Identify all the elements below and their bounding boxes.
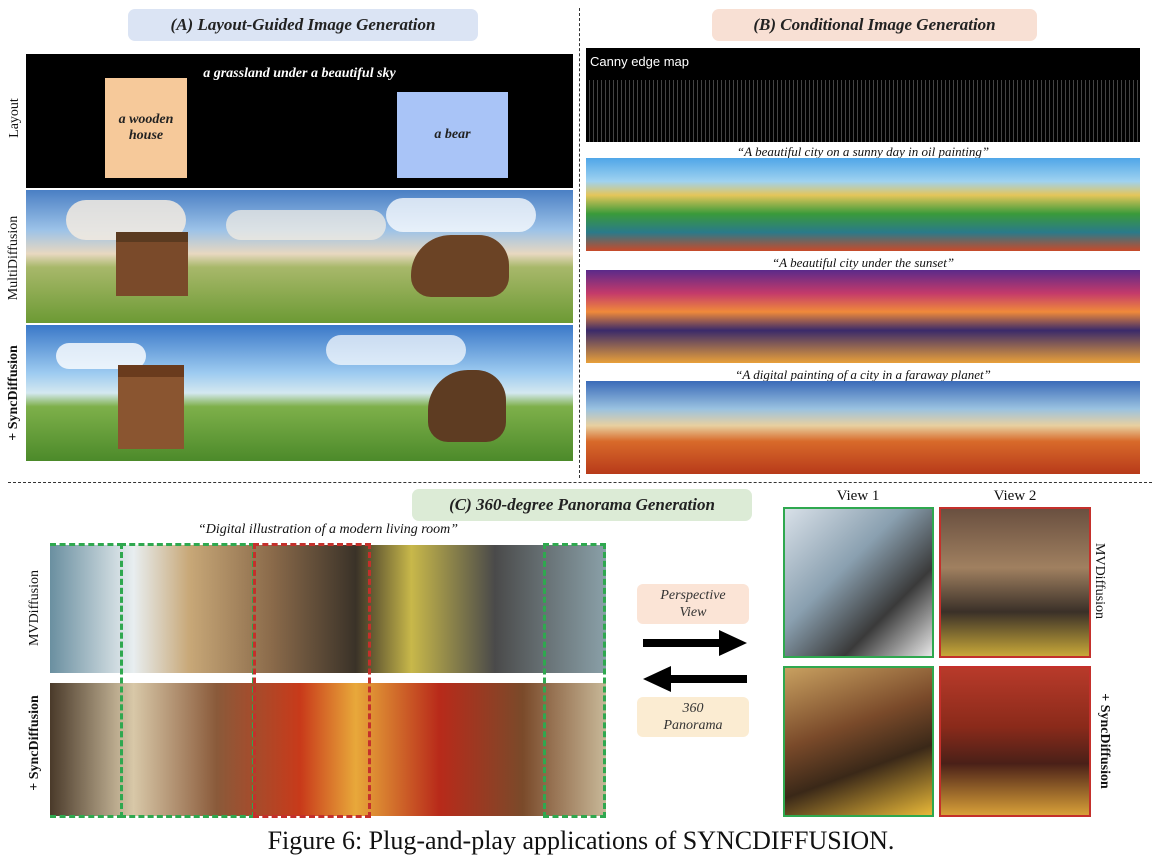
bear-illustration [428,370,506,442]
city-oil-painting-image [586,158,1140,251]
caption-sunset: “A beautiful city under the sunset” [771,255,955,270]
view-frame-green-right [543,543,606,818]
arrow-right-icon [643,630,747,656]
section-a-title-text: (A) Layout-Guided Image Generation [170,15,436,34]
cloud [326,335,466,365]
view-1-header: View 1 [836,488,880,504]
section-a-title: (A) Layout-Guided Image Generation [128,9,478,41]
mv-view-2 [939,507,1091,658]
row-label-syncdiffusion: + SyncDiffusion [6,345,21,441]
row-label-layout: Layout [7,98,22,138]
figure-caption: Figure 6: Plug-and-play applications of … [0,826,1162,856]
right-label-sync: + SyncDiffusion [1097,693,1112,789]
prompt-living-room: “Digital illustration of a modern living… [197,522,459,537]
divider-vertical [579,8,580,478]
bear-illustration [411,235,509,297]
row-label-mvdiffusion: MVDiffusion [27,570,42,646]
section-c-title-text: (C) 360-degree Panorama Generation [449,495,715,514]
row-label-multidiffusion: MultiDiffusion [6,215,21,301]
section-b-title: (B) Conditional Image Generation [712,9,1037,41]
layout-box-bear: a bear [397,92,508,178]
mv-view-1 [783,507,934,658]
canny-label: Canny edge map [590,54,690,69]
canny-edge-map: Canny edge map [586,48,1140,142]
cloud [386,198,536,232]
perspective-view-label: Perspective View [660,588,726,620]
city-sunset-image [586,270,1140,363]
figure-caption-text: Figure 6: Plug-and-play applications of … [267,826,895,855]
layout-box-wooden-house: a wooden house [105,78,187,178]
sync-view-1 [783,666,934,817]
view-frame-green-left [50,543,123,818]
right-label-mvdiffusion: MVDiffusion [1092,543,1107,619]
cloud [226,210,386,240]
sync-view-2 [939,666,1091,817]
row-label-sync-panorama: + SyncDiffusion [27,695,42,791]
layout-canvas: a grassland under a beautiful sky a wood… [26,54,573,188]
arrow-left-icon [643,666,747,692]
panorama-360-label: 360 Panorama [663,701,723,733]
divider-horizontal [8,482,1152,483]
layout-box-bear-label: a bear [434,127,471,142]
section-c-title: (C) 360-degree Panorama Generation [412,489,752,521]
section-b-title-text: (B) Conditional Image Generation [753,15,996,34]
panorama-360-box: 360 Panorama [637,697,749,737]
edge-texture [586,80,1140,142]
view-frame-red [253,543,371,818]
layout-box-wooden-house-label: a wooden house [118,112,174,143]
city-faraway-planet-image [586,381,1140,474]
wooden-house-illustration [118,365,184,449]
multidiffusion-image [26,190,573,323]
view-2-header: View 2 [993,488,1037,504]
view-frame-green-mid [120,543,255,818]
syncdiffusion-image [26,325,573,461]
wooden-house-illustration [116,232,188,296]
perspective-view-box: Perspective View [637,584,749,624]
